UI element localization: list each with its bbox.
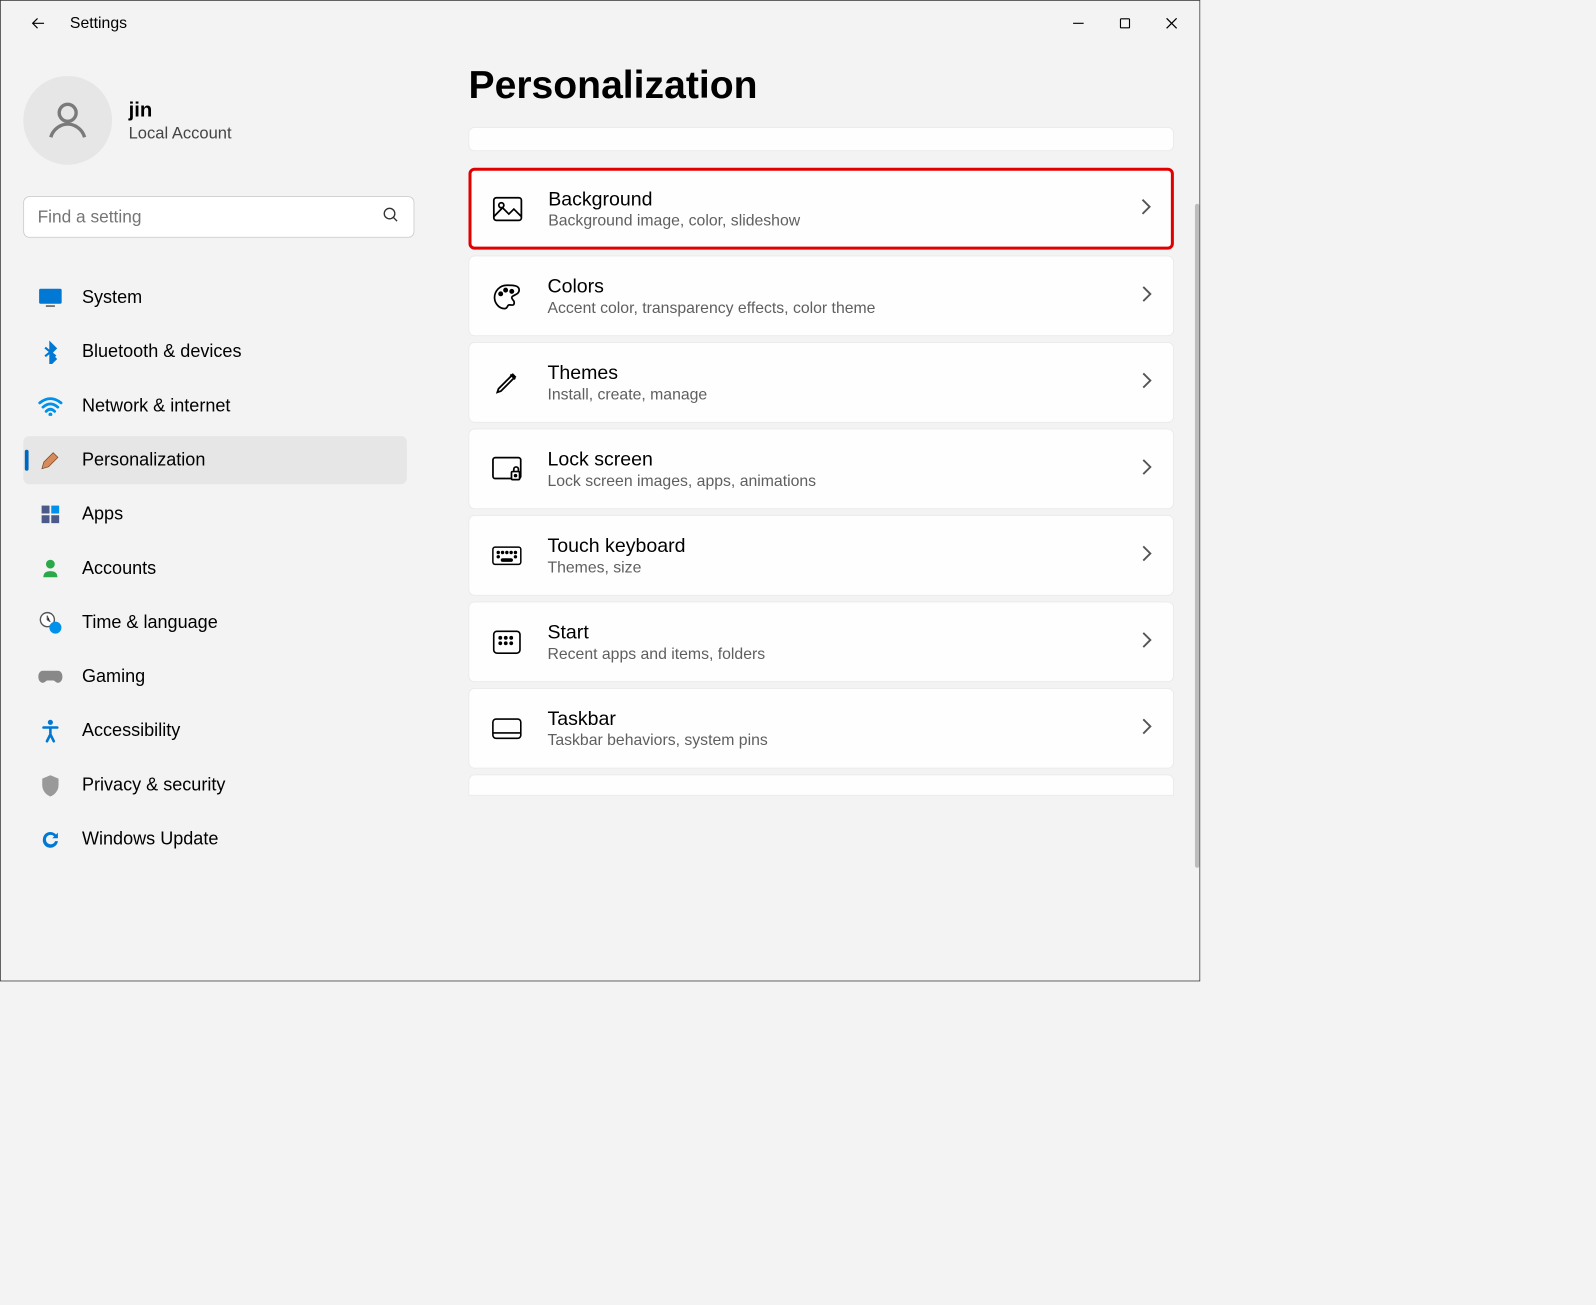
nav-label: Windows Update bbox=[82, 829, 218, 850]
sidebar-item-update[interactable]: Windows Update bbox=[23, 815, 407, 863]
search-icon bbox=[382, 206, 400, 228]
card-colors[interactable]: Colors Accent color, transparency effect… bbox=[468, 256, 1173, 336]
sidebar-item-bluetooth[interactable]: Bluetooth & devices bbox=[23, 328, 407, 376]
nav-label: Time & language bbox=[82, 612, 218, 633]
card-background[interactable]: Background Background image, color, slid… bbox=[468, 168, 1173, 250]
sidebar-item-apps[interactable]: Apps bbox=[23, 490, 407, 538]
palette-icon bbox=[490, 279, 523, 312]
chevron-right-icon bbox=[1142, 718, 1153, 738]
card-taskbar[interactable]: Taskbar Taskbar behaviors, system pins bbox=[468, 688, 1173, 768]
pen-icon bbox=[490, 366, 523, 399]
close-button[interactable] bbox=[1148, 5, 1195, 41]
card-title: Themes bbox=[547, 361, 707, 384]
sidebar-item-time[interactable]: Time & language bbox=[23, 599, 407, 647]
chevron-right-icon bbox=[1141, 199, 1152, 219]
user-account-type: Local Account bbox=[129, 123, 232, 143]
page-title: Personalization bbox=[468, 62, 1173, 107]
bluetooth-icon bbox=[37, 338, 64, 365]
gamepad-icon bbox=[37, 663, 64, 690]
card-lockscreen[interactable]: Lock screen Lock screen images, apps, an… bbox=[468, 429, 1173, 509]
wifi-icon bbox=[37, 393, 64, 420]
nav: System Bluetooth & devices Network & int… bbox=[23, 274, 407, 864]
update-icon bbox=[37, 826, 64, 853]
card-title: Lock screen bbox=[547, 447, 816, 470]
card-cutoff-bottom[interactable] bbox=[468, 775, 1173, 796]
sidebar-item-personalization[interactable]: Personalization bbox=[23, 436, 407, 484]
clock-globe-icon bbox=[37, 609, 64, 636]
card-subtitle: Accent color, transparency effects, colo… bbox=[547, 299, 875, 317]
main-content: Personalization Background Background im… bbox=[422, 46, 1200, 981]
start-icon bbox=[490, 625, 523, 658]
nav-label: System bbox=[82, 287, 142, 308]
card-themes[interactable]: Themes Install, create, manage bbox=[468, 342, 1173, 422]
chevron-right-icon bbox=[1142, 632, 1153, 652]
card-subtitle: Recent apps and items, folders bbox=[547, 645, 765, 663]
nav-label: Bluetooth & devices bbox=[82, 341, 242, 362]
sidebar-item-accounts[interactable]: Accounts bbox=[23, 544, 407, 592]
card-title: Background bbox=[548, 187, 800, 210]
keyboard-icon bbox=[490, 539, 523, 572]
card-title: Colors bbox=[547, 274, 875, 297]
settings-window: Settings jin Local Account bbox=[0, 0, 1200, 981]
card-subtitle: Background image, color, slideshow bbox=[548, 212, 800, 230]
nav-label: Personalization bbox=[82, 450, 205, 471]
accounts-icon bbox=[37, 555, 64, 582]
avatar bbox=[23, 76, 112, 165]
sidebar-item-privacy[interactable]: Privacy & security bbox=[23, 761, 407, 809]
chevron-right-icon bbox=[1142, 459, 1153, 479]
card-subtitle: Taskbar behaviors, system pins bbox=[547, 732, 767, 750]
card-title: Start bbox=[547, 620, 765, 643]
sidebar: jin Local Account System bbox=[1, 46, 422, 981]
back-button[interactable] bbox=[23, 8, 53, 38]
card-subtitle: Themes, size bbox=[547, 559, 685, 577]
sidebar-item-network[interactable]: Network & internet bbox=[23, 382, 407, 430]
nav-label: Accessibility bbox=[82, 720, 180, 741]
shield-icon bbox=[37, 772, 64, 799]
content-area: jin Local Account System bbox=[1, 46, 1200, 981]
chevron-right-icon bbox=[1142, 545, 1153, 565]
nav-label: Privacy & security bbox=[82, 775, 225, 796]
scrollbar[interactable] bbox=[1195, 204, 1200, 868]
window-controls bbox=[1055, 5, 1195, 41]
app-title: Settings bbox=[70, 14, 127, 32]
maximize-button[interactable] bbox=[1102, 5, 1149, 41]
nav-label: Network & internet bbox=[82, 396, 230, 417]
chevron-right-icon bbox=[1142, 372, 1153, 392]
user-name: jin bbox=[129, 98, 232, 121]
user-block[interactable]: jin Local Account bbox=[23, 76, 407, 165]
paintbrush-icon bbox=[37, 447, 64, 474]
system-icon bbox=[37, 284, 64, 311]
nav-label: Apps bbox=[82, 504, 123, 525]
nav-label: Accounts bbox=[82, 558, 156, 579]
card-start[interactable]: Start Recent apps and items, folders bbox=[468, 602, 1173, 682]
sidebar-item-accessibility[interactable]: Accessibility bbox=[23, 707, 407, 755]
chevron-right-icon bbox=[1142, 286, 1153, 306]
search-box[interactable] bbox=[23, 196, 414, 237]
card-subtitle: Lock screen images, apps, animations bbox=[547, 472, 816, 490]
card-title: Touch keyboard bbox=[547, 534, 685, 557]
sidebar-item-system[interactable]: System bbox=[23, 274, 407, 322]
title-bar: Settings bbox=[1, 1, 1200, 46]
minimize-button[interactable] bbox=[1055, 5, 1102, 41]
search-input[interactable] bbox=[38, 207, 382, 227]
accessibility-icon bbox=[37, 717, 64, 744]
card-subtitle: Install, create, manage bbox=[547, 386, 707, 404]
apps-icon bbox=[37, 501, 64, 528]
sidebar-item-gaming[interactable]: Gaming bbox=[23, 653, 407, 701]
card-title: Taskbar bbox=[547, 707, 767, 730]
lockscreen-icon bbox=[490, 452, 523, 485]
picture-icon bbox=[491, 192, 524, 225]
taskbar-icon bbox=[490, 712, 523, 745]
nav-label: Gaming bbox=[82, 666, 145, 687]
card-touchkeyboard[interactable]: Touch keyboard Themes, size bbox=[468, 515, 1173, 595]
card-cutoff-top[interactable] bbox=[468, 127, 1173, 151]
